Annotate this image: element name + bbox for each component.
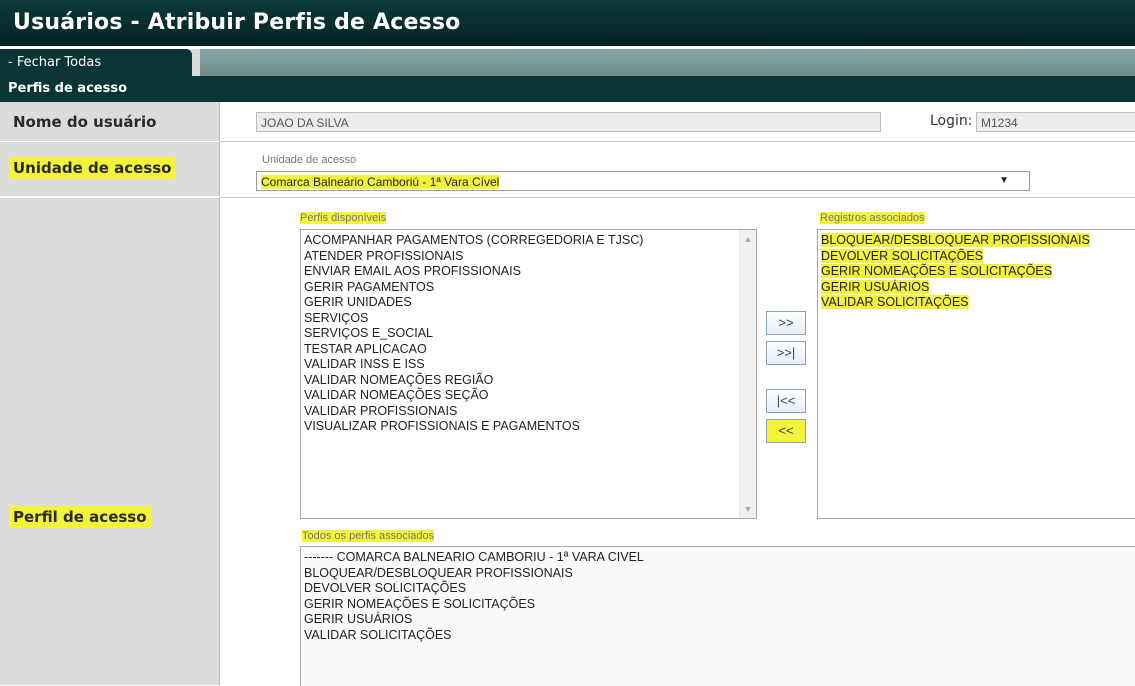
row-divider [220, 141, 1135, 142]
list-item[interactable]: GERIR USUÁRIOS [818, 279, 1135, 296]
list-item: VALIDAR SOLICITAÇÕES [304, 627, 452, 642]
list-item[interactable]: VALIDAR INSS E ISS [301, 357, 756, 373]
list-item[interactable]: ENVIAR EMAIL AOS PROFISSIONAIS [301, 264, 756, 280]
available-items: ACOMPANHAR PAGAMENTOS (CORREGEDORIA E TJ… [301, 230, 756, 435]
list-item[interactable]: VALIDAR PROFISSIONAIS [301, 404, 756, 420]
list-item[interactable]: GERIR NOMEAÇÕES E SOLICITAÇÕES [818, 264, 1135, 280]
user-name-field[interactable]: JOAO DA SILVA [256, 112, 881, 132]
list-item[interactable]: VALIDAR NOMEAÇÕES SEÇÃO [301, 388, 756, 404]
profile-label-cell: Perfil de acesso [0, 198, 220, 686]
unit-select-caption: Unidade de acesso [262, 154, 357, 166]
associated-items: BLOQUEAR/DESBLOQUEAR PROFISSIONAIS DEVOL… [818, 230, 1135, 311]
list-item: BLOQUEAR/DESBLOQUEAR PROFISSIONAIS [304, 565, 573, 580]
profile-label: Perfil de acesso [9, 506, 151, 528]
available-profiles-list[interactable]: ACOMPANHAR PAGAMENTOS (CORREGEDORIA E TJ… [300, 229, 757, 519]
all-associated-label: Todos os perfis associados [302, 530, 435, 542]
list-item[interactable]: BLOQUEAR/DESBLOQUEAR PROFISSIONAIS [818, 233, 1135, 249]
scroll-down-icon[interactable]: ▼ [740, 504, 756, 514]
all-associated-profiles-list[interactable]: ------- COMARCA BALNEARIO CAMBORIU - 1ª … [300, 546, 1135, 686]
unit-label-cell: Unidade de acesso [0, 142, 220, 197]
list-item: ------- COMARCA BALNEARIO CAMBORIU - 1ª … [304, 550, 644, 564]
close-all-tabs-button[interactable]: - Fechar Todas [0, 49, 192, 76]
list-item[interactable]: TESTAR APLICACAO [301, 342, 756, 358]
list-item[interactable]: ACOMPANHAR PAGAMENTOS (CORREGEDORIA E TJ… [301, 233, 756, 249]
window-title: Usuários - Atribuir Perfis de Acesso [0, 0, 1135, 46]
login-label: Login: [930, 113, 973, 129]
section-title: Perfis de acesso [0, 76, 1135, 102]
available-label: Perfis disponíveis [300, 212, 387, 224]
scrollbar[interactable]: ▲ ▼ [739, 230, 756, 518]
list-item: GERIR USUÁRIOS [304, 612, 413, 626]
remove-all-button[interactable]: |<< [766, 389, 806, 413]
unit-select[interactable]: Comarca Balneário Camboriú - 1ª Vara Cív… [256, 171, 1030, 191]
list-item[interactable]: GERIR UNIDADES [301, 295, 756, 311]
list-item[interactable]: VALIDAR SOLICITAÇÕES [818, 295, 1135, 311]
user-name-label-cell: Nome do usuário [0, 102, 220, 142]
list-item[interactable]: VISUALIZAR PROFISSIONAIS E PAGAMENTOS [301, 419, 756, 435]
list-item[interactable]: DEVOLVER SOLICITAÇÕES [818, 248, 1135, 265]
list-item[interactable]: VALIDAR NOMEAÇÕES REGIÃO [301, 373, 756, 389]
list-item[interactable]: ATENDER PROFISSIONAIS [301, 249, 756, 265]
all-associated-items: ------- COMARCA BALNEARIO CAMBORIU - 1ª … [301, 547, 1135, 643]
tab-strip-fill [200, 49, 1135, 76]
list-item[interactable]: SERVIÇOS [301, 311, 756, 327]
add-all-button[interactable]: >>| [766, 341, 806, 365]
scroll-up-icon[interactable]: ▲ [740, 234, 756, 244]
row-divider [220, 197, 1135, 198]
add-button[interactable]: >> [766, 311, 806, 335]
list-item[interactable]: SERVIÇOS E_SOCIAL [301, 326, 756, 342]
list-item: GERIR NOMEAÇÕES E SOLICITAÇÕES [304, 596, 536, 611]
remove-button[interactable]: << [766, 419, 806, 443]
associated-label: Registros associados [820, 212, 925, 224]
associated-profiles-list[interactable]: BLOQUEAR/DESBLOQUEAR PROFISSIONAIS DEVOL… [817, 229, 1135, 519]
unit-select-value: Comarca Balneário Camboriú - 1ª Vara Cív… [261, 175, 500, 189]
user-name-label: Nome do usuário [13, 113, 157, 131]
list-item[interactable]: GERIR PAGAMENTOS [301, 280, 756, 296]
login-field[interactable]: M1234 [976, 112, 1135, 132]
dropdown-arrow-icon[interactable]: ▼ [999, 175, 1009, 186]
unit-label: Unidade de acesso [9, 157, 176, 179]
list-item: DEVOLVER SOLICITAÇÕES [304, 581, 467, 595]
